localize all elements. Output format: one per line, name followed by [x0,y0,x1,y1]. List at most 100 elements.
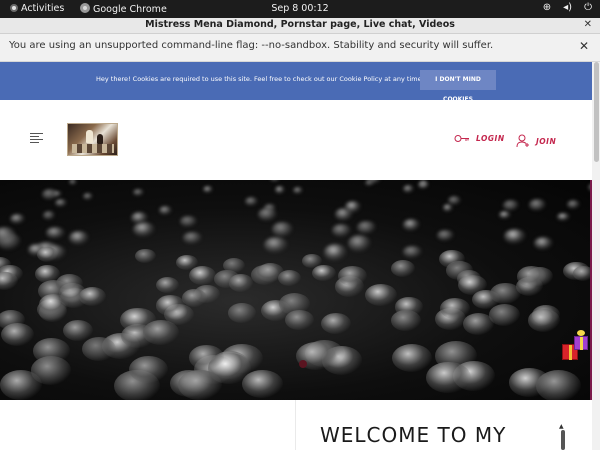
diamond-sparkle [69,180,78,185]
infobar-close-button[interactable]: ✕ [579,39,589,53]
diamond-sparkle [0,369,43,400]
diamond-sparkle [129,355,169,384]
diamond-sparkle [37,246,59,262]
diamond-sparkle [181,289,207,307]
diamond-sparkle [292,187,303,195]
diamond-sparkle [223,258,245,274]
diamond-sparkle [159,206,172,216]
accept-cookies-button[interactable]: I DON'T MIND COOKIES [420,70,496,103]
browser-infobar: You are using an unsupported command-lin… [0,34,600,62]
diamond-sparkle [133,222,155,238]
system-top-bar: Activities Google Chrome Sep 8 00:12 ⊕ ◂… [0,0,600,18]
diamond-sparkle [228,303,256,323]
inner-scroll-up-icon[interactable]: ▲ [559,423,564,430]
diamond-sparkle [54,198,68,208]
key-icon [454,135,469,142]
diamond-sparkle [156,295,186,316]
diamond-sparkle [527,309,561,333]
diamond-sparkle [78,286,106,306]
diamond-sparkle [180,215,198,228]
diamond-sparkle [447,196,461,206]
diamond-sparkle [529,199,547,211]
diamond-sparkle [284,310,314,331]
diamond-sparkle [458,275,487,296]
diamond-sparkle [535,369,581,400]
volume-icon: ◂) [563,2,573,13]
diamond-sparkle [502,199,519,212]
diamond-sparkle [391,310,421,331]
logo-piece-light [86,130,93,143]
diamond-sparkle [364,283,398,307]
diamond-sparkle [391,343,433,372]
diamond-sparkle [489,304,520,326]
diamond-sparkle [566,199,581,210]
diamond-sparkle [242,369,284,399]
diamond-sparkle [271,221,293,237]
diamond-sparkle [533,236,554,251]
diamond-sparkle [557,212,570,222]
diamond-sparkle [46,226,65,240]
diamond-sparkle [440,297,471,319]
page-viewport: Hey there! Cookies are required to use t… [0,62,592,450]
diamond-sparkle [188,344,225,370]
diamond-sparkle [81,336,116,361]
cookie-text: Hey there! Cookies are required to use t… [96,75,424,83]
diamond-sparkle [270,180,281,183]
slider-dot[interactable] [299,360,307,368]
diamond-sparkle [311,264,336,282]
diamond-sparkle [183,231,202,245]
logo-piece-dark [97,134,103,144]
power-icon: ⏻ [584,2,592,13]
page-scrollbar[interactable] [592,62,600,450]
diamond-sparkle [426,361,471,393]
diamond-sparkle [257,207,278,222]
diamond-sparkle [338,266,367,287]
diamond-sparkle [437,229,455,242]
infobar-message: You are using an unsupported command-lin… [9,40,494,51]
diamond-sparkle [442,204,454,212]
site-header: LOGIN JOIN [0,100,592,180]
diamond-sparkle [264,237,288,254]
diamond-sparkle [332,224,351,238]
diamond-sparkle [43,211,56,220]
diamond-sparkle [62,319,94,341]
window-close-button[interactable]: ✕ [584,19,592,30]
diamond-sparkle [323,244,347,261]
menu-icon[interactable] [30,133,43,145]
diamond-sparkle [256,262,285,283]
diamond-sparkle [504,228,526,244]
cookie-banner: Hey there! Cookies are required to use t… [0,62,592,103]
diamond-sparkle [41,189,58,201]
login-link[interactable]: LOGIN [454,134,505,143]
diamond-sparkle [321,312,352,334]
logo-board [72,144,114,153]
scrollbar-thumb[interactable] [594,62,599,162]
diamond-sparkle [69,230,90,245]
browser-title-bar: Mistress Mena Diamond, Pornstar page, Li… [0,18,600,34]
diamond-sparkle [403,185,414,193]
welcome-heading: WELCOME TO MY [320,423,507,447]
join-link[interactable]: JOIN [516,134,556,148]
diamond-sparkle [390,259,416,278]
diamond-sparkle [364,180,374,187]
system-tray[interactable]: ⊕ ◂) ⏻ [543,2,592,13]
site-logo[interactable] [67,123,118,156]
diamond-sparkle [0,272,18,291]
diamond-sparkle [228,274,254,292]
diamond-sparkle [132,188,144,197]
diamond-sparkle [156,277,180,294]
diamond-sparkle [10,213,26,224]
diamond-sparkle [189,265,217,285]
diamond-sparkle [499,210,511,220]
gift-icon[interactable] [560,330,590,370]
diamond-sparkle [344,201,362,213]
diamond-sparkle [347,235,372,252]
login-label: LOGIN [476,134,505,143]
inner-scrollbar[interactable] [561,430,565,450]
clock[interactable]: Sep 8 00:12 [0,3,600,14]
diamond-sparkle [38,294,69,315]
diamond-sparkle [403,219,420,231]
diamond-sparkle [0,322,34,347]
diamond-sparkle [516,266,547,287]
diamond-sparkle [135,249,156,264]
